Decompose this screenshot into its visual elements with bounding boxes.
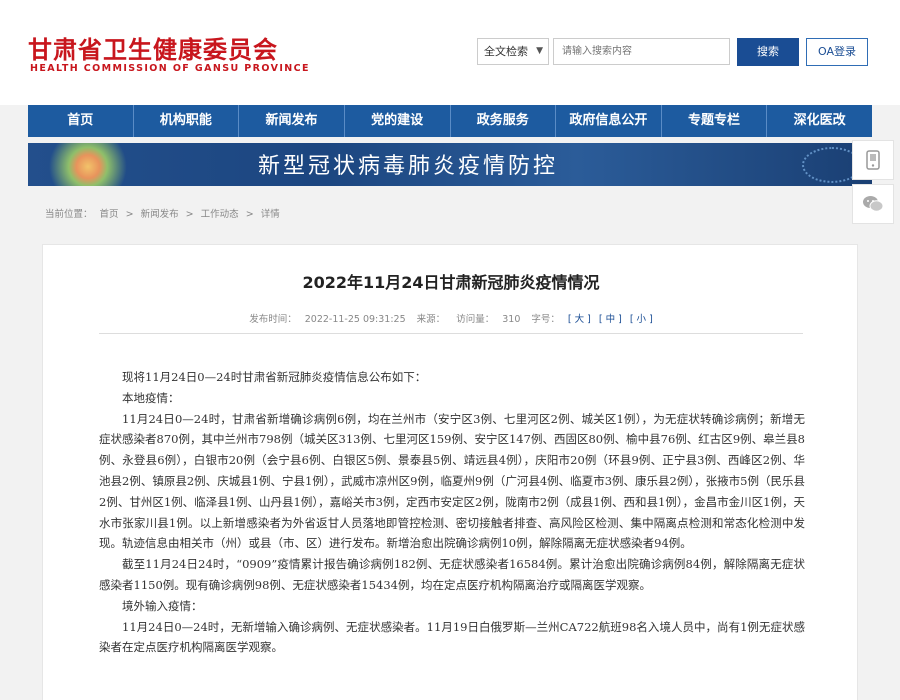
font-size-small-button[interactable]: [ 小 ] (630, 314, 653, 325)
nav-item-topics[interactable]: 专题专栏 (662, 105, 768, 137)
breadcrumb-label: 当前位置： (45, 209, 93, 220)
nav-item-home[interactable]: 首页 (28, 105, 134, 137)
nav-item-disclosure[interactable]: 政府信息公开 (556, 105, 662, 137)
breadcrumb-separator: > (245, 209, 254, 220)
article-title: 2022年11月24日甘肃新冠肺炎疫情情况 (302, 273, 600, 292)
breadcrumb-news[interactable]: 新闻发布 (141, 209, 179, 220)
site-header: 甘肃省卫生健康委员会 HEALTH COMMISSION OF GANSU PR… (0, 0, 900, 105)
breadcrumb: 当前位置： 首页 > 新闻发布 > 工作动态 > 详情 (45, 206, 284, 220)
paragraph-imported-cases: 11月24日0—24时，无新增输入确诊病例、无症状感染者。11月19日白俄罗斯—… (99, 619, 805, 655)
source-label: 来源： (416, 314, 446, 325)
breadcrumb-home[interactable]: 首页 (100, 209, 119, 220)
banner-title: 新型冠状病毒肺炎疫情防控 (258, 154, 559, 179)
article-content: 现将11月24日0—24时甘肃省新冠肺炎疫情信息公布如下： 本地疫情： 11月2… (99, 367, 805, 658)
visits-label: 访问量： (456, 314, 495, 325)
font-size-large-button[interactable]: [ 大 ] (568, 314, 591, 325)
search-scope-value: 全文检索 (484, 45, 528, 58)
search-input[interactable] (553, 38, 730, 65)
site-logo-en: HEALTH COMMISSION OF GANSU PROVINCE (30, 63, 310, 74)
article-meta: 发布时间： 2022-11-25 09:31:25 来源： 访问量： 310 字号：… (43, 311, 859, 325)
main-nav: 首页 机构职能 新闻发布 党的建设 政务服务 政府信息公开 专题专栏 深化医改 (28, 105, 872, 137)
wechat-icon[interactable] (852, 184, 894, 224)
banner-flower-graphic (28, 143, 148, 186)
paragraph-local-cases: 11月24日0—24时，甘肃省新增确诊病例6例，均在兰州市（安宁区3例、七里河区… (99, 411, 805, 551)
breadcrumb-work-updates[interactable]: 工作动态 (201, 209, 239, 220)
visits-count: 310 (502, 314, 521, 325)
paragraph-cumulative: 截至11月24日24时，“0909”疫情累计报告确诊病例182例、无症状感染者1… (99, 557, 805, 592)
font-size-medium-button[interactable]: [ 中 ] (599, 314, 622, 325)
font-size-label: 字号： (531, 314, 560, 325)
oa-login-button[interactable]: OA登录 (806, 38, 868, 66)
nav-item-news[interactable]: 新闻发布 (239, 105, 345, 137)
nav-item-functions[interactable]: 机构职能 (134, 105, 240, 137)
article-panel: 2022年11月24日甘肃新冠肺炎疫情情况 发布时间： 2022-11-25 09… (42, 244, 858, 700)
breadcrumb-separator: > (185, 209, 194, 220)
nav-item-reform[interactable]: 深化医改 (767, 105, 872, 137)
nav-item-party[interactable]: 党的建设 (345, 105, 451, 137)
paragraph-intro: 现将11月24日0—24时甘肃省新冠肺炎疫情信息公布如下： (122, 370, 427, 384)
breadcrumb-current: 详情 (260, 209, 280, 220)
search-scope-select[interactable]: 全文检索 ▼ (477, 38, 549, 65)
section-heading-local: 本地疫情： (122, 390, 180, 405)
chevron-down-icon: ▼ (536, 46, 543, 56)
site-logo-cn[interactable]: 甘肃省卫生健康委员会 (28, 30, 278, 65)
search-button[interactable]: 搜索 (737, 38, 799, 66)
covid-banner[interactable]: 新型冠状病毒肺炎疫情防控 (28, 143, 872, 186)
publish-time-label: 发布时间： (249, 314, 297, 325)
breadcrumb-separator: > (125, 209, 134, 220)
title-divider (99, 333, 803, 334)
nav-item-services[interactable]: 政务服务 (451, 105, 557, 137)
publish-time: 2022-11-25 09:31:25 (304, 314, 406, 325)
section-heading-imported: 境外输入疫情： (122, 598, 203, 613)
side-toolbar (852, 140, 894, 228)
mobile-icon[interactable] (852, 140, 894, 180)
